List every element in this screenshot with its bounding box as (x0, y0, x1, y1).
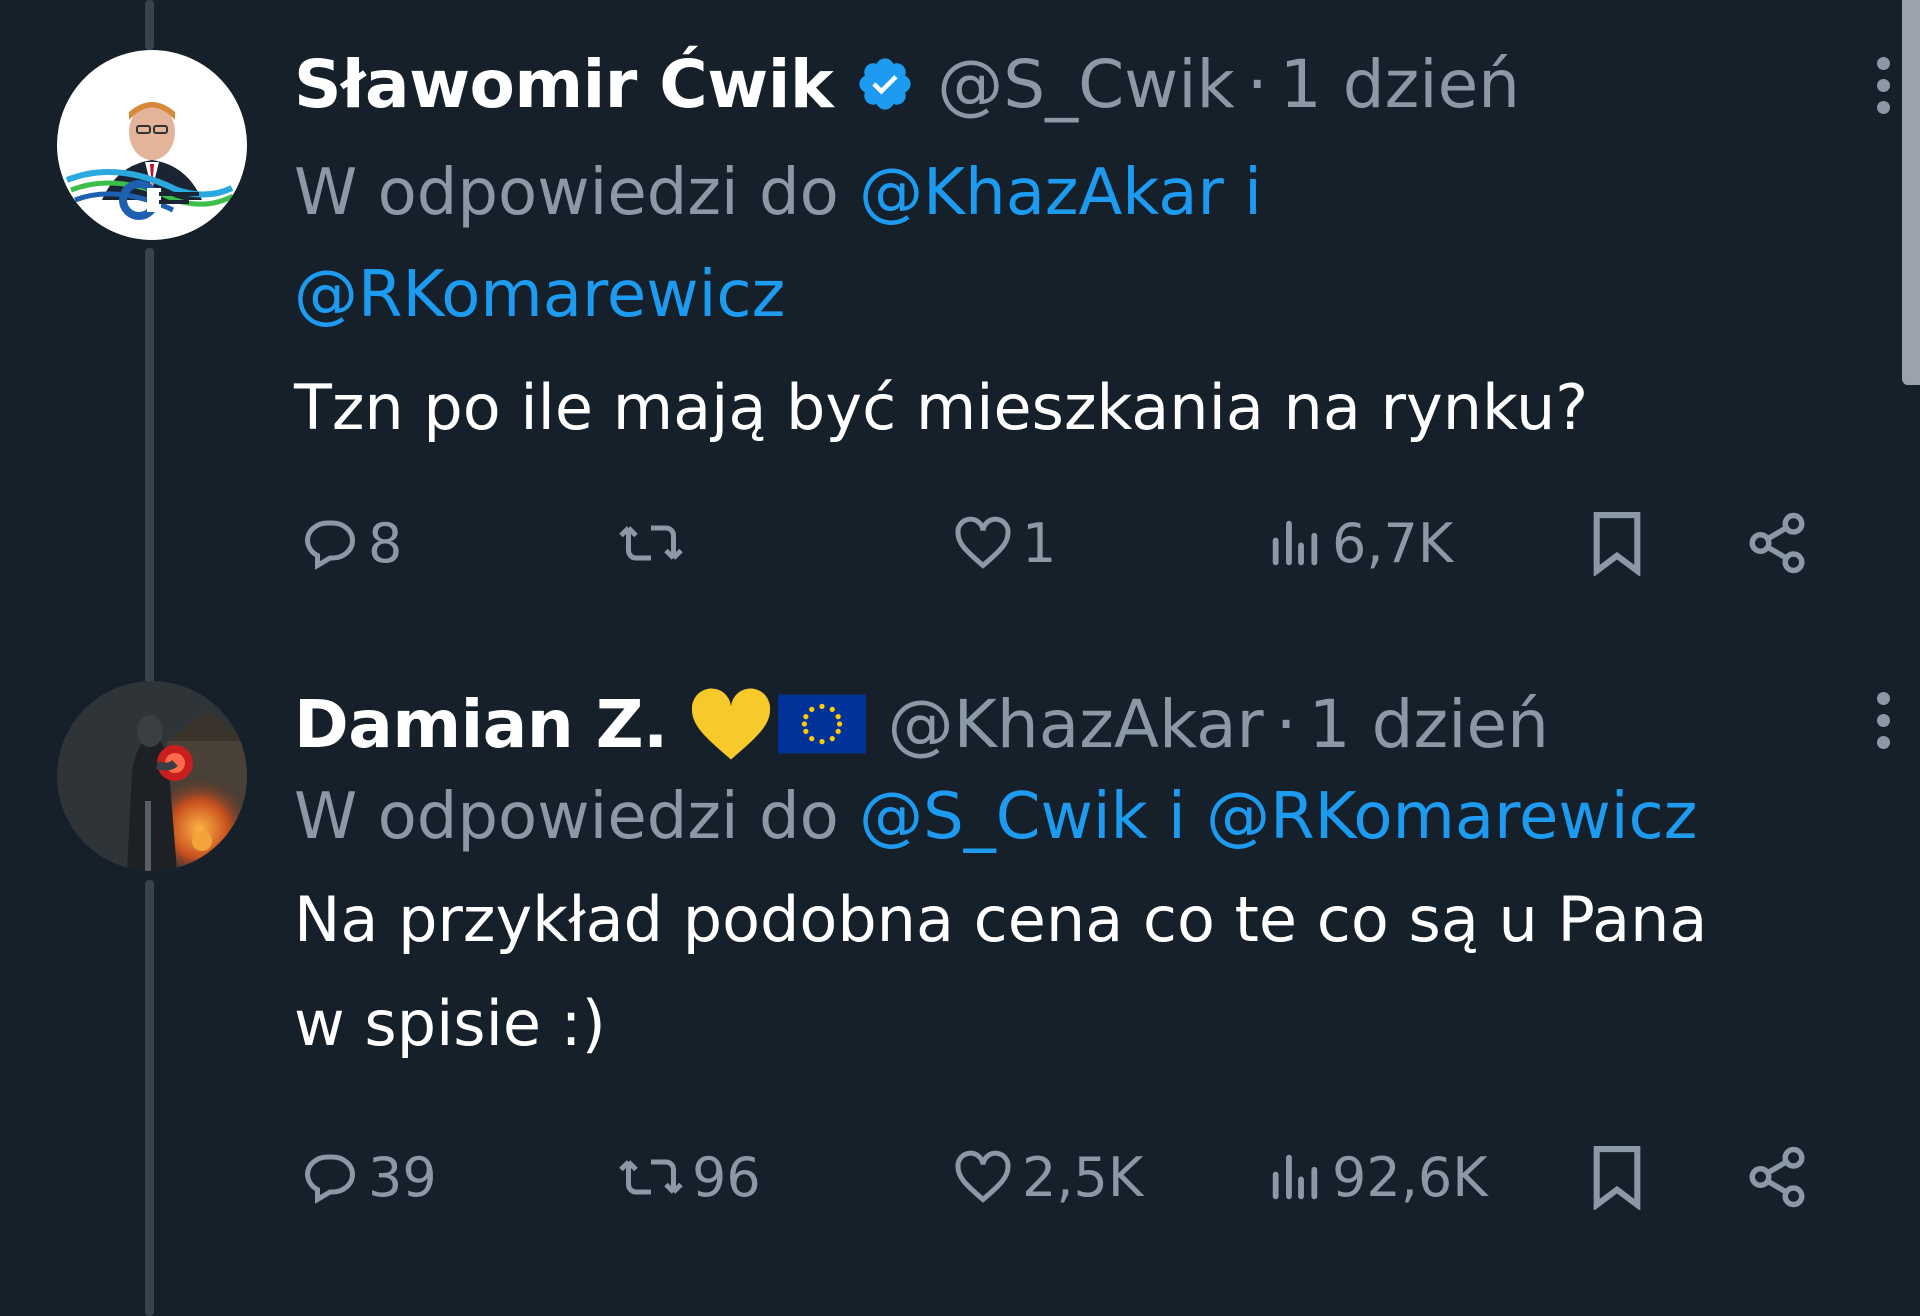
like-icon (952, 513, 1014, 573)
views-icon (1266, 514, 1324, 572)
avatar[interactable] (57, 50, 247, 240)
tweet-text: Tzn po ile mają być mieszkania na rynku? (294, 371, 1589, 444)
mention-link[interactable]: @RKomarewicz (1206, 780, 1697, 854)
like-button[interactable]: 1 (952, 498, 1056, 588)
mention-link[interactable]: @RKomarewicz (294, 258, 785, 332)
like-count: 2,5K (1022, 1145, 1144, 1209)
views-icon (1266, 1148, 1324, 1206)
repost-button[interactable]: 96 (618, 1132, 761, 1222)
yellow-heart-icon (688, 685, 774, 763)
reply-prefix: W odpowiedzi do (294, 780, 860, 854)
tweet-1[interactable]: Sławomir Ćwik @S_Cwik · 1 dzień W odpowi… (0, 0, 1920, 640)
verified-badge-icon (855, 54, 915, 114)
share-button[interactable] (1744, 498, 1810, 588)
like-icon (952, 1147, 1014, 1207)
reply-icon (300, 1147, 360, 1207)
repost-icon (618, 1147, 684, 1207)
tweet-header: Damian Z. @KhazAkar · 1 dzień (294, 682, 1860, 766)
share-icon (1744, 1144, 1810, 1210)
reply-button[interactable]: 8 (300, 498, 402, 588)
tweet-header: Sławomir Ćwik @S_Cwik · 1 dzień (294, 42, 1860, 126)
tweet-text-line: Na przykład podobna cena co te co są u P… (294, 883, 1708, 956)
share-button[interactable] (1744, 1132, 1810, 1222)
reply-joiner: i (1147, 780, 1207, 854)
views-count: 6,7K (1332, 511, 1454, 575)
bookmark-icon (1588, 1144, 1646, 1210)
more-icon[interactable] (1877, 57, 1890, 114)
timeline: Sławomir Ćwik @S_Cwik · 1 dzień W odpowi… (0, 0, 1920, 1316)
reply-prefix: W odpowiedzi do (294, 156, 860, 230)
timestamp[interactable]: 1 dzień (1280, 46, 1520, 123)
tweet-actions: 8 1 6,7K (300, 498, 1820, 588)
tweet-content: Damian Z. @KhazAkar · 1 dzień W odpowied… (294, 682, 1860, 1076)
reply-context: W odpowiedzi do @KhazAkar i @RKomarewicz (294, 142, 1860, 346)
like-button[interactable]: 2,5K (952, 1132, 1143, 1222)
bookmark-button[interactable] (1588, 498, 1646, 588)
more-icon[interactable] (1877, 692, 1890, 749)
tweet-content: Sławomir Ćwik @S_Cwik · 1 dzień W odpowi… (294, 42, 1860, 460)
separator: · (1275, 685, 1297, 763)
views-button[interactable]: 92,6K (1266, 1132, 1488, 1222)
author-handle[interactable]: @S_Cwik (937, 46, 1235, 123)
mention-link[interactable]: @S_Cwik (859, 780, 1148, 854)
like-count: 1 (1022, 511, 1057, 575)
reply-icon (300, 513, 360, 573)
repost-button[interactable] (618, 498, 692, 588)
reply-button[interactable]: 39 (300, 1132, 437, 1222)
bookmark-icon (1588, 510, 1646, 576)
author-name[interactable]: Sławomir Ćwik (294, 46, 834, 123)
views-button[interactable]: 6,7K (1266, 498, 1453, 588)
share-icon (1744, 510, 1810, 576)
reply-joiner: i (1223, 156, 1262, 230)
author-name[interactable]: Damian Z. (294, 686, 668, 763)
avatar[interactable] (57, 681, 247, 871)
tweet-text-line: w spisie :) (294, 987, 606, 1060)
eu-flag-icon (777, 694, 866, 754)
separator: · (1246, 45, 1268, 123)
mention-link[interactable]: @KhazAkar (859, 156, 1224, 230)
timestamp[interactable]: 1 dzień (1309, 686, 1549, 763)
repost-count: 96 (692, 1145, 761, 1209)
reply-count: 39 (368, 1145, 437, 1209)
views-count: 92,6K (1332, 1145, 1488, 1209)
tweet-actions: 39 96 2,5K 92,6K (300, 1132, 1820, 1222)
bookmark-button[interactable] (1588, 1132, 1646, 1222)
reply-context: W odpowiedzi do @S_Cwik i @RKomarewicz (294, 766, 1860, 868)
author-handle[interactable]: @KhazAkar (888, 686, 1264, 763)
tweet-2[interactable]: Damian Z. @KhazAkar · 1 dzień W odpowied… (0, 660, 1920, 1316)
reply-count: 8 (368, 511, 403, 575)
repost-icon (618, 513, 684, 573)
tweet-text: Na przykład podobna cena co te co są u P… (294, 868, 1860, 1076)
